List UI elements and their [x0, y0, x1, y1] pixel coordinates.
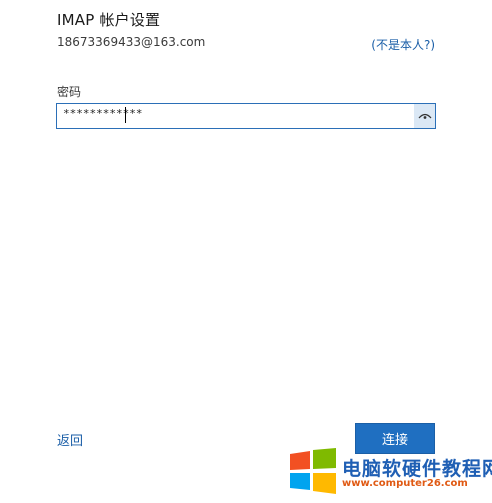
- password-value: ************: [63, 107, 143, 120]
- text-caret: [125, 107, 126, 123]
- windows-logo-icon: [290, 448, 336, 494]
- page-title: IMAP 帐户设置: [57, 11, 161, 29]
- reveal-password-button[interactable]: [414, 104, 435, 128]
- not-you-link[interactable]: (不是本人?): [371, 36, 435, 53]
- account-email: 18673369433@163.com: [57, 35, 206, 49]
- watermark: 电脑软硬件教程网 www.computer26.com: [288, 448, 492, 498]
- eye-icon: [418, 113, 431, 119]
- password-input[interactable]: ************: [56, 103, 436, 129]
- watermark-url: www.computer26.com: [342, 478, 468, 489]
- watermark-name: 电脑软硬件教程网: [342, 458, 492, 480]
- back-button[interactable]: 返回: [57, 430, 83, 449]
- password-label: 密码: [57, 85, 82, 99]
